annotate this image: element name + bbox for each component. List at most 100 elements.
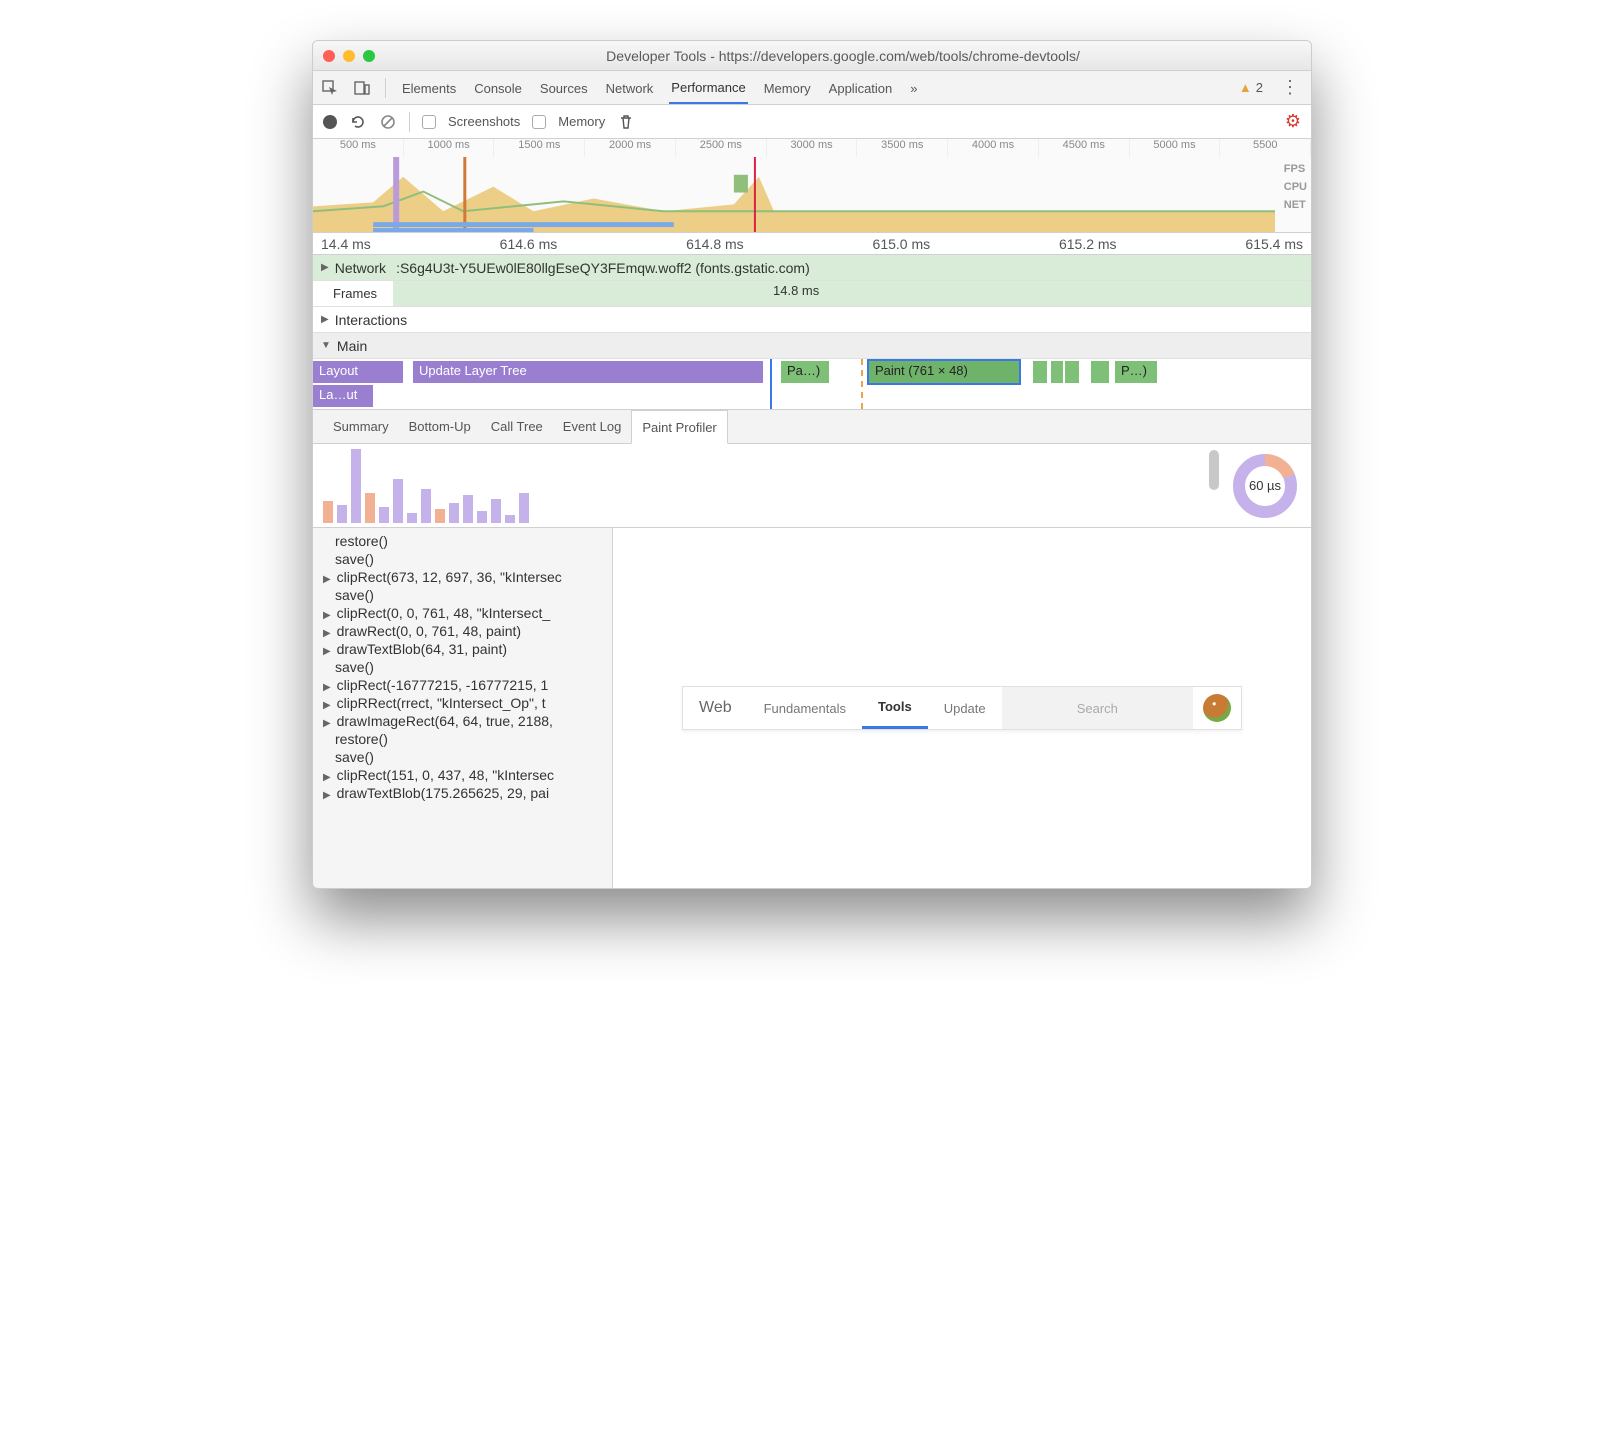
draw-command[interactable]: restore() bbox=[313, 730, 612, 748]
tab-elements[interactable]: Elements bbox=[400, 73, 458, 103]
paint-preview: Web Fundamentals Tools Update Search bbox=[613, 528, 1311, 888]
preview-search: Search bbox=[1002, 687, 1193, 729]
disclosure-icon[interactable]: ▶ bbox=[321, 314, 329, 325]
track-frames[interactable]: Frames 14.8 ms bbox=[313, 281, 1311, 307]
reload-icon[interactable] bbox=[349, 113, 367, 131]
tab-memory[interactable]: Memory bbox=[762, 73, 813, 103]
tick: 500 ms bbox=[313, 139, 404, 157]
warnings-badge[interactable]: ▲ 2 bbox=[1239, 80, 1263, 95]
draw-command[interactable]: ▶ clipRect(-16777215, -16777215, 1 bbox=[313, 676, 612, 694]
tab-paint-profiler[interactable]: Paint Profiler bbox=[631, 410, 727, 444]
disclosure-icon[interactable]: ▶ bbox=[321, 262, 329, 273]
bar-layout[interactable]: Layout bbox=[313, 361, 403, 383]
tick: 1000 ms bbox=[404, 139, 495, 157]
settings-icon[interactable]: ⚙ bbox=[1285, 111, 1301, 132]
disclosure-icon[interactable]: ▶ bbox=[323, 682, 331, 693]
menu-icon[interactable]: ⋮ bbox=[1277, 77, 1303, 98]
disclosure-icon[interactable]: ▶ bbox=[323, 646, 331, 657]
tab-sources[interactable]: Sources bbox=[538, 73, 590, 103]
tab-application[interactable]: Application bbox=[827, 73, 895, 103]
draw-command[interactable]: save() bbox=[313, 658, 612, 676]
maximize-icon[interactable] bbox=[363, 50, 375, 62]
flame-chart[interactable]: ▶ Network :S6g4U3t-Y5UEw0lE80llgEseQY3FE… bbox=[313, 255, 1311, 410]
screenshots-label: Screenshots bbox=[448, 114, 520, 129]
minimize-icon[interactable] bbox=[343, 50, 355, 62]
track-main-header[interactable]: ▼ Main bbox=[313, 333, 1311, 359]
screenshots-checkbox[interactable] bbox=[422, 115, 436, 129]
disclosure-icon[interactable]: ▶ bbox=[323, 718, 331, 729]
bar-paint[interactable] bbox=[1033, 361, 1047, 383]
overview-timeline[interactable]: 500 ms 1000 ms 1500 ms 2000 ms 2500 ms 3… bbox=[313, 139, 1311, 233]
inspect-icon[interactable] bbox=[321, 79, 339, 97]
device-icon[interactable] bbox=[353, 79, 371, 97]
draw-command[interactable]: ▶ drawRect(0, 0, 761, 48, paint) bbox=[313, 622, 612, 640]
draw-commands-list[interactable]: restore()save()▶ clipRect(673, 12, 697, … bbox=[313, 528, 613, 888]
paint-profiler-body: restore()save()▶ clipRect(673, 12, 697, … bbox=[313, 528, 1311, 888]
bar-update-layer-tree[interactable]: Update Layer Tree bbox=[413, 361, 763, 383]
tick: 2500 ms bbox=[676, 139, 767, 157]
tick: 1500 ms bbox=[494, 139, 585, 157]
tick: 4500 ms bbox=[1039, 139, 1130, 157]
ruler-tick: 615.4 ms bbox=[1245, 236, 1303, 252]
panel-tabstrip: Elements Console Sources Network Perform… bbox=[313, 71, 1311, 105]
draw-command[interactable]: ▶ clipRect(673, 12, 697, 36, "kIntersec bbox=[313, 568, 612, 586]
preview-navbar: Web Fundamentals Tools Update Search bbox=[682, 686, 1242, 730]
draw-command[interactable]: ▶ drawTextBlob(175.265625, 29, pai bbox=[313, 784, 612, 802]
disclosure-icon[interactable]: ▶ bbox=[323, 628, 331, 639]
draw-command[interactable]: ▶ drawTextBlob(64, 31, paint) bbox=[313, 640, 612, 658]
bar-paint[interactable] bbox=[1091, 361, 1109, 383]
tick: 3500 ms bbox=[857, 139, 948, 157]
draw-command[interactable]: ▶ drawImageRect(64, 64, true, 2188, bbox=[313, 712, 612, 730]
draw-command[interactable]: ▶ clipRRect(rrect, "kIntersect_Op", t bbox=[313, 694, 612, 712]
draw-command[interactable]: save() bbox=[313, 550, 612, 568]
bar-paint[interactable] bbox=[1065, 361, 1079, 383]
detail-ruler[interactable]: 14.4 ms 614.6 ms 614.8 ms 615.0 ms 615.2… bbox=[313, 233, 1311, 255]
devtools-window: Developer Tools - https://developers.goo… bbox=[312, 40, 1312, 889]
memory-checkbox[interactable] bbox=[532, 115, 546, 129]
bar-paint[interactable] bbox=[1051, 361, 1063, 383]
draw-command[interactable]: save() bbox=[313, 748, 612, 766]
clear-icon[interactable] bbox=[379, 113, 397, 131]
tabs-overflow[interactable]: » bbox=[908, 73, 919, 103]
tab-bottom-up[interactable]: Bottom-Up bbox=[399, 410, 481, 443]
main-thread-bars[interactable]: Layout La…ut Update Layer Tree Pa…) Pain… bbox=[313, 359, 1311, 409]
disclosure-icon[interactable]: ▼ bbox=[321, 340, 331, 351]
preview-brand: Web bbox=[683, 687, 748, 729]
trash-icon[interactable] bbox=[617, 113, 635, 131]
track-network[interactable]: ▶ Network :S6g4U3t-Y5UEw0lE80llgEseQY3FE… bbox=[313, 255, 1311, 281]
tick: 3000 ms bbox=[767, 139, 858, 157]
histogram-scrollbar[interactable] bbox=[1209, 450, 1219, 490]
tick: 2000 ms bbox=[585, 139, 676, 157]
disclosure-icon[interactable]: ▶ bbox=[323, 700, 331, 711]
draw-command[interactable]: ▶ clipRect(151, 0, 437, 48, "kIntersec bbox=[313, 766, 612, 784]
disclosure-icon[interactable]: ▶ bbox=[323, 772, 331, 783]
preview-nav-item: Tools bbox=[862, 687, 928, 729]
bar-paint-selected[interactable]: Paint (761 × 48) bbox=[869, 361, 1019, 383]
paint-histogram[interactable]: 60 µs bbox=[313, 444, 1311, 528]
tab-console[interactable]: Console bbox=[472, 73, 524, 103]
record-button[interactable] bbox=[323, 115, 337, 129]
separator bbox=[385, 78, 386, 98]
avatar-icon bbox=[1203, 694, 1231, 722]
tick: 5500 bbox=[1220, 139, 1311, 157]
overview-ticks: 500 ms 1000 ms 1500 ms 2000 ms 2500 ms 3… bbox=[313, 139, 1311, 157]
tab-performance[interactable]: Performance bbox=[669, 72, 747, 104]
draw-command[interactable]: save() bbox=[313, 586, 612, 604]
disclosure-icon[interactable]: ▶ bbox=[323, 574, 331, 585]
tab-network[interactable]: Network bbox=[604, 73, 656, 103]
bar-paint[interactable]: P…) bbox=[1115, 361, 1157, 383]
disclosure-icon[interactable]: ▶ bbox=[323, 790, 331, 801]
draw-command[interactable]: restore() bbox=[313, 532, 612, 550]
draw-command[interactable]: ▶ clipRect(0, 0, 761, 48, "kIntersect_ bbox=[313, 604, 612, 622]
tab-summary[interactable]: Summary bbox=[323, 410, 399, 443]
preview-nav-item: Update bbox=[928, 687, 1002, 729]
bar-layout-nested[interactable]: La…ut bbox=[313, 385, 373, 407]
separator bbox=[409, 112, 410, 132]
close-icon[interactable] bbox=[323, 50, 335, 62]
tab-event-log[interactable]: Event Log bbox=[553, 410, 632, 443]
disclosure-icon[interactable]: ▶ bbox=[323, 610, 331, 621]
overview-chart bbox=[313, 157, 1275, 232]
bar-paint[interactable]: Pa…) bbox=[781, 361, 829, 383]
tab-call-tree[interactable]: Call Tree bbox=[481, 410, 553, 443]
track-interactions[interactable]: ▶ Interactions bbox=[313, 307, 1311, 333]
